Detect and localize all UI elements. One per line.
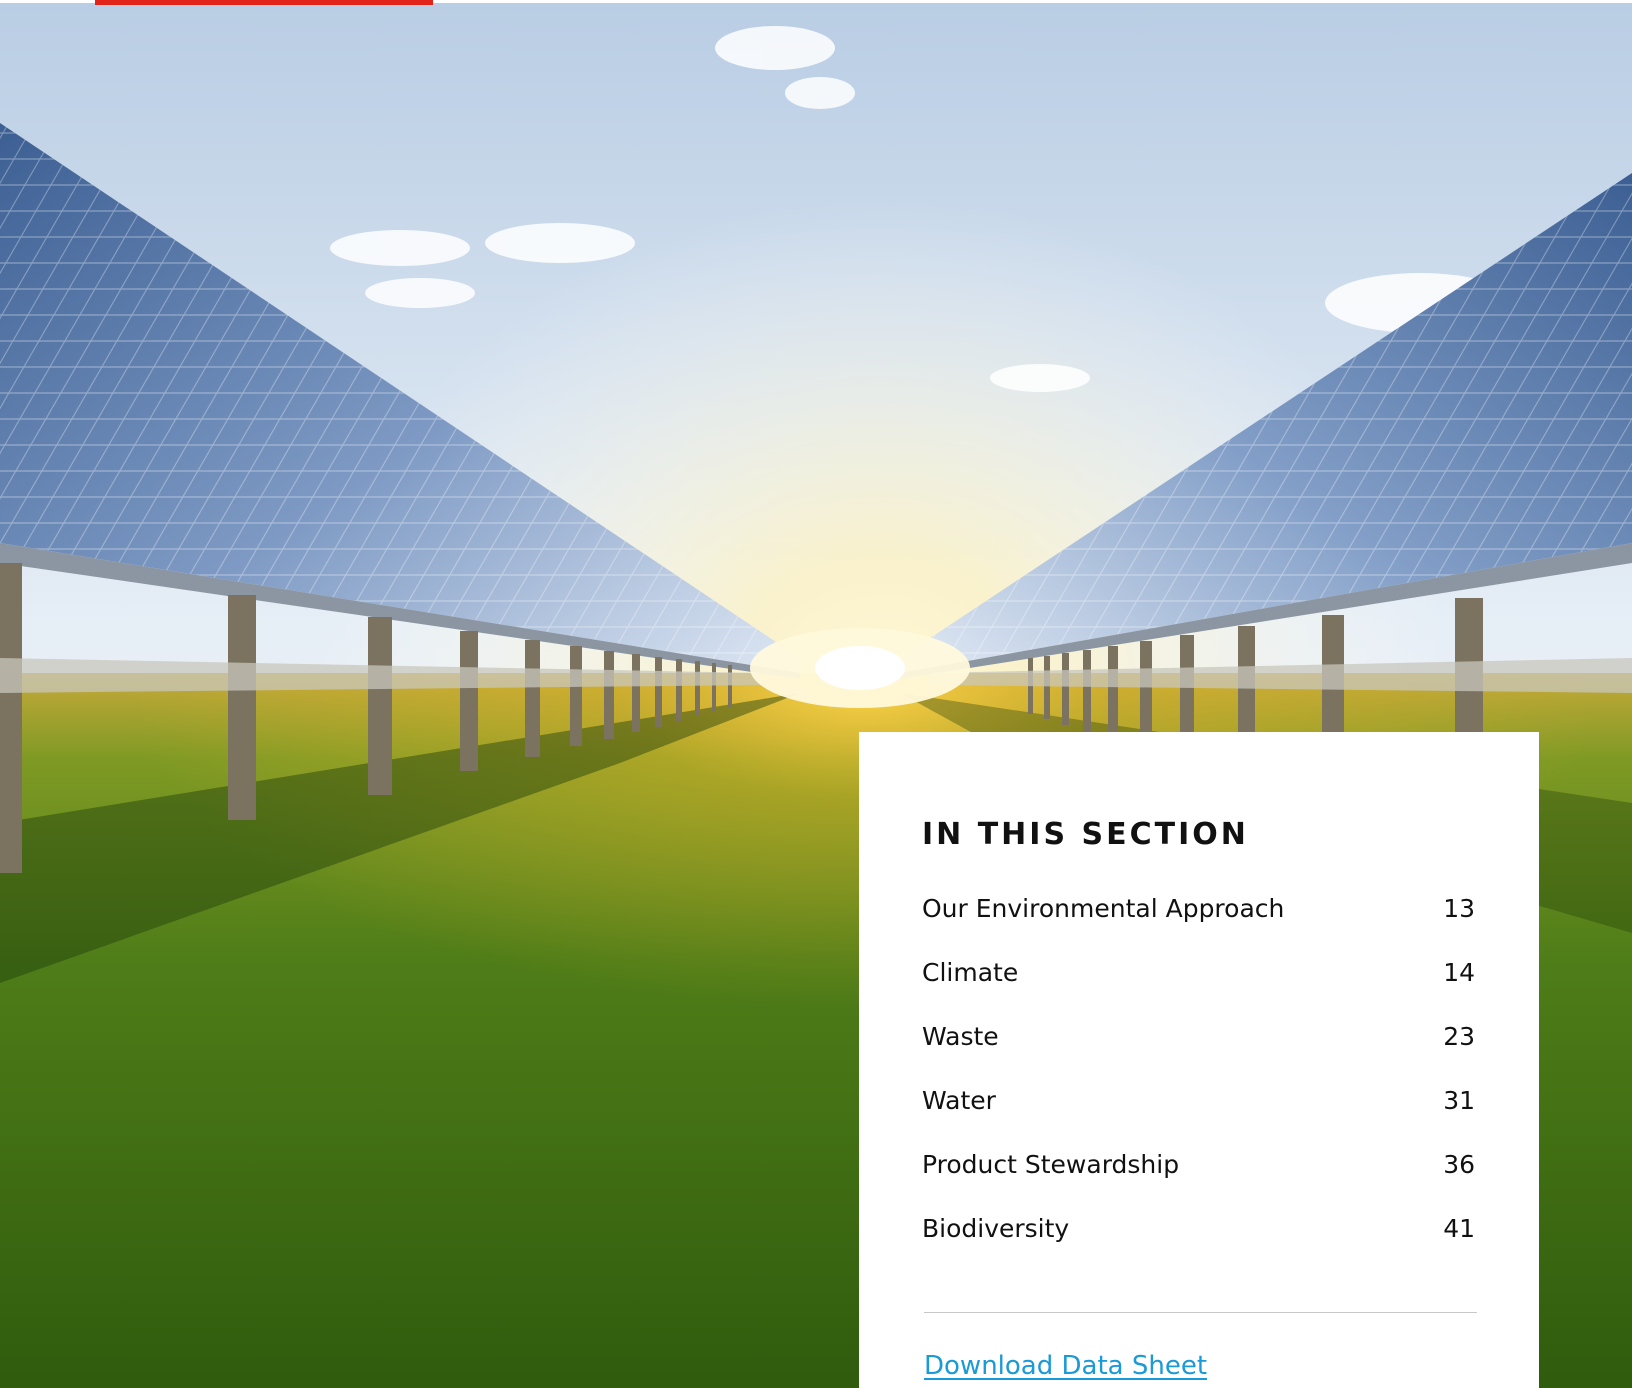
toc-item-biodiversity[interactable]: Biodiversity 41 xyxy=(922,1196,1477,1260)
toc-list: Our Environmental Approach 13 Climate 14… xyxy=(922,876,1477,1260)
toc-item-product-stewardship[interactable]: Product Stewardship 36 xyxy=(922,1132,1477,1196)
toc-item-label: Biodiversity xyxy=(922,1213,1070,1243)
toc-item-label: Waste xyxy=(922,1021,999,1051)
in-this-section-card: IN THIS SECTION Our Environmental Approa… xyxy=(859,732,1539,1388)
toc-item-page-number: 23 xyxy=(1443,1021,1475,1051)
report-page: IN THIS SECTION Our Environmental Approa… xyxy=(0,0,1632,1388)
toc-item-label: Product Stewardship xyxy=(922,1149,1180,1179)
toc-item-page-number: 13 xyxy=(1443,893,1475,923)
accent-bar xyxy=(95,0,433,5)
download-data-sheet-link[interactable]: Download Data Sheet xyxy=(924,1351,1207,1381)
toc-item-climate[interactable]: Climate 14 xyxy=(922,940,1477,1004)
toc-item-water[interactable]: Water 31 xyxy=(922,1068,1477,1132)
toc-item-label: Water xyxy=(922,1085,996,1115)
divider xyxy=(924,1312,1477,1313)
toc-item-page-number: 14 xyxy=(1443,957,1475,987)
toc-item-our-environmental-approach[interactable]: Our Environmental Approach 13 xyxy=(922,876,1477,940)
toc-item-label: Our Environmental Approach xyxy=(922,893,1285,923)
section-heading: IN THIS SECTION xyxy=(922,817,1249,852)
toc-item-page-number: 41 xyxy=(1443,1213,1475,1243)
toc-item-page-number: 31 xyxy=(1443,1085,1475,1115)
toc-item-waste[interactable]: Waste 23 xyxy=(922,1004,1477,1068)
toc-item-label: Climate xyxy=(922,957,1019,987)
toc-item-page-number: 36 xyxy=(1443,1149,1475,1179)
